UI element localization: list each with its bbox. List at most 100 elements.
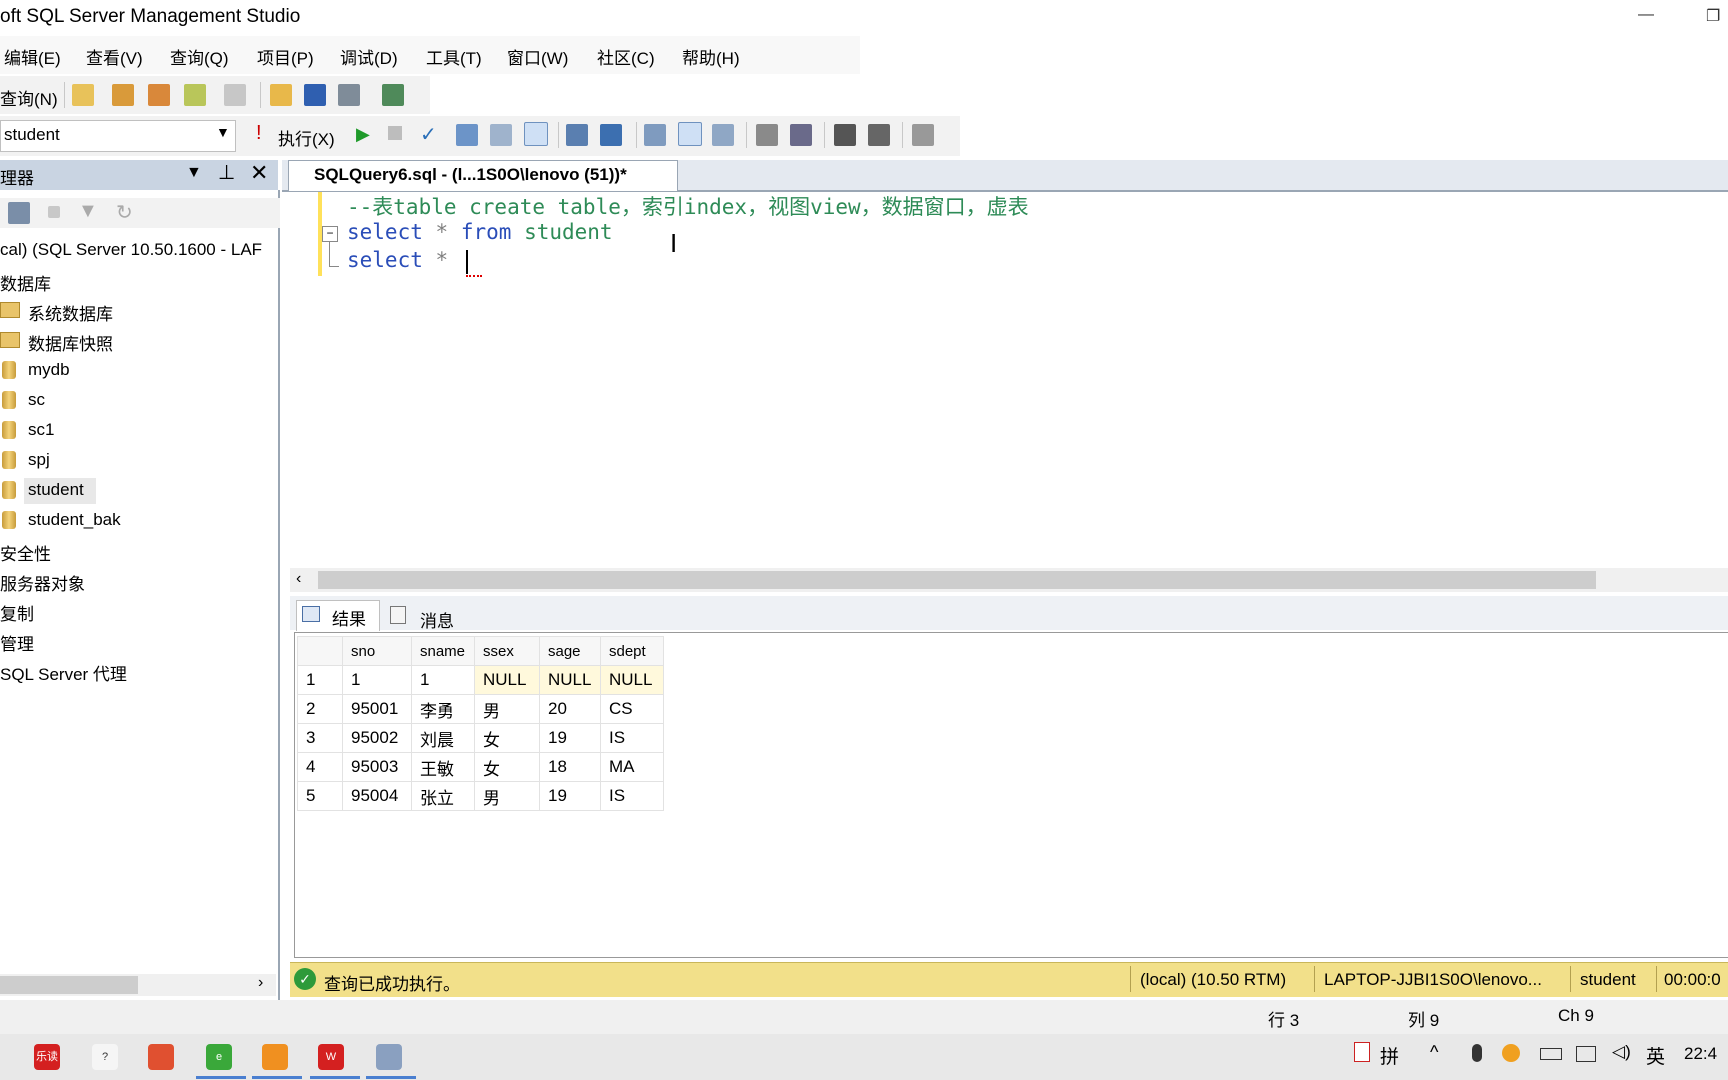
tree-item-student-bak[interactable]: student_bak <box>28 510 121 530</box>
menu-window[interactable]: 窗口(W) <box>507 44 568 69</box>
cell[interactable]: NULL <box>600 665 664 695</box>
uncomment-icon[interactable] <box>790 124 812 146</box>
menu-project[interactable]: 项目(P) <box>257 44 314 69</box>
cell[interactable]: 张立 <box>411 781 475 811</box>
filter-icon[interactable]: ▼ <box>78 200 98 223</box>
chevron-down-icon[interactable]: ▼ <box>216 124 230 140</box>
taskbar-ssms-icon[interactable] <box>376 1044 402 1070</box>
battery-icon[interactable] <box>1540 1048 1562 1060</box>
menu-debug[interactable]: 调试(D) <box>340 44 398 69</box>
tree-item-databases[interactable]: 数据库 <box>0 270 51 295</box>
cell[interactable]: CS <box>600 694 664 724</box>
tree-item-spj[interactable]: spj <box>28 450 50 470</box>
scroll-right-icon[interactable]: › <box>258 974 263 992</box>
column-header[interactable]: sname <box>411 636 475 666</box>
taskbar-app-help-icon[interactable]: ? <box>92 1044 118 1070</box>
column-header[interactable]: sno <box>342 636 412 666</box>
column-header[interactable]: sdept <box>600 636 664 666</box>
cell[interactable]: MA <box>600 752 664 782</box>
cell[interactable]: 20 <box>539 694 601 724</box>
options-icon[interactable] <box>524 122 548 146</box>
query-editor[interactable] <box>290 192 1728 568</box>
notes-icon[interactable] <box>1354 1042 1370 1062</box>
results-to-grid-icon[interactable] <box>678 122 702 146</box>
close-icon[interactable]: ✕ <box>250 160 268 186</box>
cell[interactable]: 李勇 <box>411 694 475 724</box>
cell[interactable]: 19 <box>539 723 601 753</box>
parse-check-icon[interactable]: ✓ <box>420 122 437 147</box>
results-grid[interactable]: sno sname ssex sage sdept 1 1 1 NULL NUL… <box>297 636 664 811</box>
cell[interactable]: 女 <box>474 752 540 782</box>
dropdown-icon[interactable]: ▼ <box>186 164 202 182</box>
taskbar-app-reader[interactable]: 乐读 <box>34 1044 60 1070</box>
menu-help[interactable]: 帮助(H) <box>682 44 740 69</box>
cell[interactable]: 王敏 <box>411 752 475 782</box>
decrease-indent-icon[interactable] <box>834 124 856 146</box>
refresh-icon[interactable]: ↻ <box>116 200 133 225</box>
execute-icon[interactable]: ! <box>256 122 262 145</box>
activity-monitor-icon[interactable] <box>382 84 404 106</box>
minimize-button[interactable]: — <box>1638 6 1654 24</box>
collapse-icon[interactable]: − <box>322 226 338 242</box>
cell[interactable]: 刘晨 <box>411 723 475 753</box>
table-row[interactable]: 1 1 1 NULL NULL NULL <box>297 665 664 695</box>
language-indicator[interactable]: 英 <box>1646 1042 1665 1069</box>
execute-button[interactable]: 执行(X) <box>278 125 335 150</box>
scroll-left-icon[interactable]: ‹ <box>296 570 301 588</box>
tree-item-student[interactable]: student <box>28 480 84 500</box>
tree-item-replication[interactable]: 复制 <box>0 600 34 625</box>
column-header[interactable]: ssex <box>474 636 540 666</box>
dmx-query-icon[interactable] <box>148 84 170 106</box>
display-plan-icon[interactable] <box>456 124 478 146</box>
cell[interactable]: 女 <box>474 723 540 753</box>
results-to-file-icon[interactable] <box>712 124 734 146</box>
tree-item-management[interactable]: 管理 <box>0 630 34 655</box>
tree-item-sc1[interactable]: sc1 <box>28 420 54 440</box>
table-row[interactable]: 4 95003 王敏 女 18 MA <box>297 752 664 782</box>
menu-query[interactable]: 查询(Q) <box>170 44 229 69</box>
tree-item-system-databases[interactable]: 系统数据库 <box>28 300 113 325</box>
clock[interactable]: 22:4 <box>1684 1044 1717 1064</box>
debug-play-icon[interactable]: ▶ <box>356 124 370 145</box>
results-to-text-icon[interactable] <box>644 124 666 146</box>
chevron-up-icon[interactable]: ^ <box>1430 1042 1438 1063</box>
cell[interactable]: 95001 <box>342 694 412 724</box>
comment-icon[interactable] <box>756 124 778 146</box>
new-query-button[interactable]: 查询(N) <box>0 85 58 110</box>
tree-item-security[interactable]: 安全性 <box>0 540 51 565</box>
pin-icon[interactable]: ⊥ <box>218 160 235 185</box>
cell[interactable]: NULL <box>539 665 601 695</box>
cell[interactable]: IS <box>600 723 664 753</box>
tab-messages[interactable]: 消息 <box>420 607 454 632</box>
xmla-query-icon[interactable] <box>184 84 206 106</box>
taskbar-browser-icon[interactable]: e <box>206 1044 232 1070</box>
table-row[interactable]: 5 95004 张立 男 19 IS <box>297 781 664 811</box>
cell[interactable]: 1 <box>411 665 475 695</box>
tree-server-node[interactable]: cal) (SQL Server 10.50.1600 - LAF <box>0 240 262 260</box>
specify-values-icon[interactable] <box>912 124 934 146</box>
restore-button[interactable]: ❐ <box>1706 6 1720 26</box>
volume-icon[interactable]: ◁) <box>1612 1042 1631 1062</box>
print-icon[interactable] <box>338 84 360 106</box>
client-stats-icon[interactable] <box>600 124 622 146</box>
taskbar-security-icon[interactable] <box>262 1044 288 1070</box>
ime-mode[interactable]: 拼 <box>1380 1042 1399 1069</box>
menu-tools[interactable]: 工具(T) <box>426 44 482 69</box>
table-row[interactable]: 3 95002 刘晨 女 19 IS <box>297 723 664 753</box>
cell[interactable]: 95003 <box>342 752 412 782</box>
tree-item-sc[interactable]: sc <box>28 390 45 410</box>
cell[interactable]: NULL <box>474 665 540 695</box>
menu-edit[interactable]: 编辑(E) <box>4 44 61 69</box>
cell[interactable]: IS <box>600 781 664 811</box>
increase-indent-icon[interactable] <box>868 124 890 146</box>
tree-item-sql-agent[interactable]: SQL Server 代理 <box>0 660 127 685</box>
network-icon[interactable] <box>1576 1046 1596 1062</box>
cell[interactable]: 1 <box>342 665 412 695</box>
mdx-query-icon[interactable] <box>112 84 134 106</box>
microphone-icon[interactable] <box>1472 1044 1482 1062</box>
cell[interactable]: 18 <box>539 752 601 782</box>
new-project-icon[interactable] <box>224 84 246 106</box>
table-row[interactable]: 2 95001 李勇 男 20 CS <box>297 694 664 724</box>
qq-icon[interactable] <box>1502 1044 1520 1062</box>
menu-community[interactable]: 社区(C) <box>597 44 655 69</box>
